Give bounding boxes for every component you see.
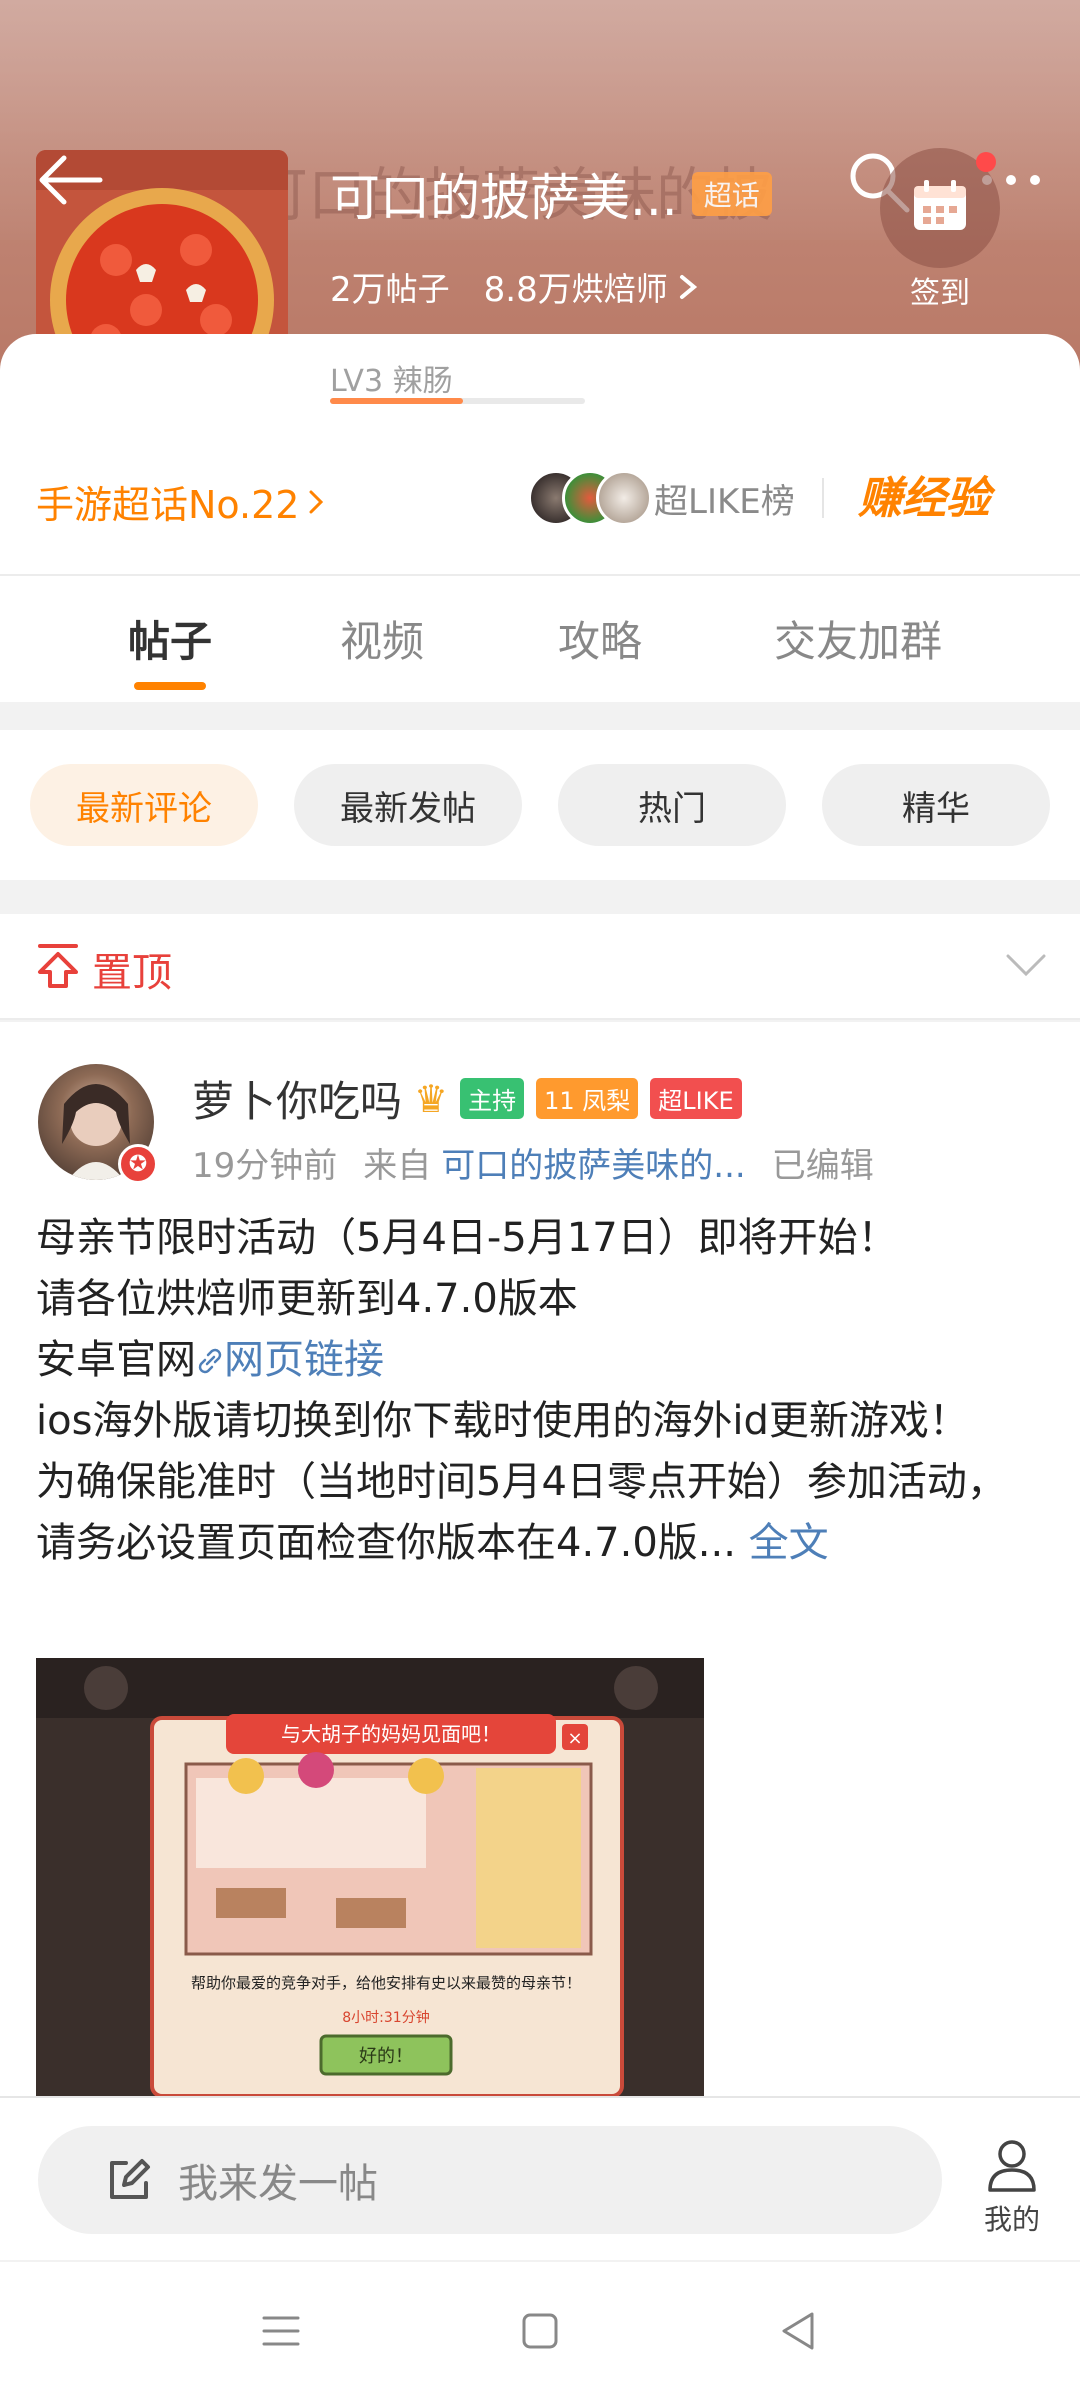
divider (822, 478, 824, 518)
tab-videos[interactable]: 视频 (340, 608, 424, 669)
title-row: 可口的披萨美... 超话 (330, 158, 772, 230)
compose-input[interactable]: 我来发一帖 (38, 2126, 942, 2234)
filter-latest-posts[interactable]: 最新发帖 (294, 764, 522, 846)
username[interactable]: 萝卜你吃吗 (192, 1068, 402, 1129)
post-text: 为确保能准时（当地时间5月4日零点开始）参加活动，请务必设置页面检查你版本在4.… (36, 1459, 1007, 1566)
filter-featured[interactable]: 精华 (822, 764, 1050, 846)
fan-level-badge: 11 凤梨 (536, 1078, 639, 1119)
posts-label: 帖子 (385, 269, 450, 308)
fan-level: 11 (544, 1087, 575, 1115)
web-link[interactable]: 网页链接 (196, 1337, 384, 1383)
meta-gap (746, 1138, 772, 1187)
game-timer: 8小时:31分钟 (342, 2009, 429, 2026)
active-tab-indicator (134, 682, 206, 690)
post-card[interactable]: ✪ 萝卜你吃吗 ♛ 主持 11 凤梨 超LIKE 19分钟前 来自 可口的披萨美… (0, 1022, 1080, 2096)
compose-placeholder: 我来发一帖 (178, 2161, 378, 2207)
stats-row[interactable]: 2万 帖子 8.8万 烘焙师 (330, 262, 708, 311)
checkin-label: 签到 (910, 276, 970, 311)
chevron-right-icon (309, 490, 324, 513)
posts-count: 2万 (330, 270, 386, 310)
level-progress-fill (330, 398, 463, 404)
post-body[interactable]: 母亲节限时活动（5月4日-5月17日）即将开始！ 请各位烘焙师更新到4.7.0版… (36, 1208, 1046, 1574)
calendar-icon (914, 180, 966, 230)
from-label: 来自 (363, 1146, 432, 1186)
page-title: 可口的披萨美... (330, 169, 678, 227)
verified-badge-icon: ✪ (118, 1144, 158, 1184)
crown-icon: ♛ (414, 1076, 449, 1121)
level-progress-bar (330, 398, 585, 404)
notification-dot (976, 152, 996, 172)
post-line: 安卓官网 网页链接 (36, 1330, 1046, 1391)
game-caption: 帮助你最爱的竞争对手，给他安排有史以来最赞的母亲节！ (191, 1974, 581, 1992)
game-banner-text: 与大胡子的妈妈见面吧！ (281, 1722, 501, 1746)
post-line: ios海外版请切换到你下载时使用的海外id更新游戏！ (36, 1398, 969, 1444)
page: 可口的披萨美味的披 可口的披萨美... 超话 2万 帖子 8.8万 烘焙师 签到… (0, 0, 1080, 2400)
checkin-button[interactable] (880, 148, 1000, 268)
post-line: 为确保能准时（当地时间5月4日零点开始）参加活动，请务必设置页面检查你版本在4.… (36, 1452, 1046, 1574)
post-line: 请各位烘焙师更新到4.7.0版本 (36, 1276, 578, 1322)
host-badge: 主持 (460, 1078, 525, 1119)
tab-posts[interactable]: 帖子 (128, 608, 212, 669)
meta-gap (337, 1138, 363, 1187)
bakers-label: 烘焙师 (571, 269, 668, 308)
game-screenshot: 与大胡子的妈妈见面吧！ × 帮助你最爱的竞争对手，给他安排有史以来最赞的母亲节！… (36, 1658, 704, 2096)
rank-label: 手游超话No.22 (36, 483, 300, 527)
game-ok-button: 好的！ (359, 2046, 413, 2067)
system-nav-bar (0, 2262, 1080, 2400)
tab-guides[interactable]: 攻略 (558, 608, 642, 669)
tab-friends[interactable]: 交友加群 (774, 608, 942, 669)
pinned-label: 置顶 (92, 950, 172, 996)
home-square-icon[interactable] (515, 2306, 565, 2356)
post-image[interactable]: 与大胡子的妈妈见面吧！ × 帮助你最爱的竞争对手，给他安排有史以来最赞的母亲节！… (36, 1658, 704, 2096)
pin-top-icon (38, 944, 78, 988)
arrow-left-icon (39, 155, 103, 205)
post-text: 安卓官网 (36, 1337, 196, 1383)
back-button[interactable] (30, 150, 110, 210)
fan-title: 凤梨 (582, 1087, 631, 1115)
edit-icon (110, 2159, 150, 2199)
svg-text:×: × (567, 1728, 582, 1749)
menu-icon[interactable] (256, 2306, 306, 2356)
pinned-section[interactable]: 置顶 (0, 914, 1080, 1020)
rank-link[interactable]: 手游超话No.22 (36, 474, 329, 529)
my-profile-button[interactable]: 我的 (972, 2138, 1052, 2238)
back-triangle-icon[interactable] (774, 2306, 824, 2356)
filter-latest-comments[interactable]: 最新评论 (30, 764, 258, 846)
my-profile-label: 我的 (983, 2203, 1040, 2236)
filter-bar: 最新评论 最新发帖 热门 精华 (0, 730, 1080, 880)
expand-full-text-link[interactable]: 全文 (749, 1520, 829, 1566)
earn-exp-button[interactable]: 赚经验 (858, 462, 990, 526)
super-topic-badge: 超话 (691, 172, 772, 216)
bottom-bar: 我来发一帖 我的 (0, 2096, 1080, 2260)
edited-label: 已编辑 (771, 1146, 874, 1186)
like-avatars (528, 470, 652, 526)
filter-hot[interactable]: 热门 (558, 764, 786, 846)
bakers-count: 8.8万 (483, 270, 572, 310)
web-link-label: 网页链接 (224, 1337, 384, 1383)
super-like-board[interactable]: 超LIKE榜 (528, 470, 795, 526)
user-icon (988, 2140, 1036, 2192)
chevron-right-icon (679, 274, 697, 299)
avatar (596, 470, 652, 526)
post-meta: 19分钟前 来自 可口的披萨美味的... 已编辑 (192, 1138, 874, 1187)
earn-exp-label: 赚经验 (858, 473, 990, 524)
link-icon (198, 1348, 222, 1374)
source-link[interactable]: 可口的披萨美味的... (441, 1138, 745, 1187)
post-line: 母亲节限时活动（5月4日-5月17日）即将开始！ (36, 1215, 898, 1261)
chevron-down-icon[interactable] (1004, 950, 1048, 980)
level-label: LV3 辣肠 (330, 364, 453, 399)
author-row: 萝卜你吃吗 ♛ 主持 11 凤梨 超LIKE (192, 1068, 742, 1129)
like-board-label: 超LIKE榜 (654, 481, 795, 522)
tab-bar: 帖子 视频 攻略 交友加群 (0, 576, 1080, 698)
super-like-badge: 超LIKE (650, 1078, 742, 1119)
post-time: 19分钟前 (192, 1146, 338, 1186)
